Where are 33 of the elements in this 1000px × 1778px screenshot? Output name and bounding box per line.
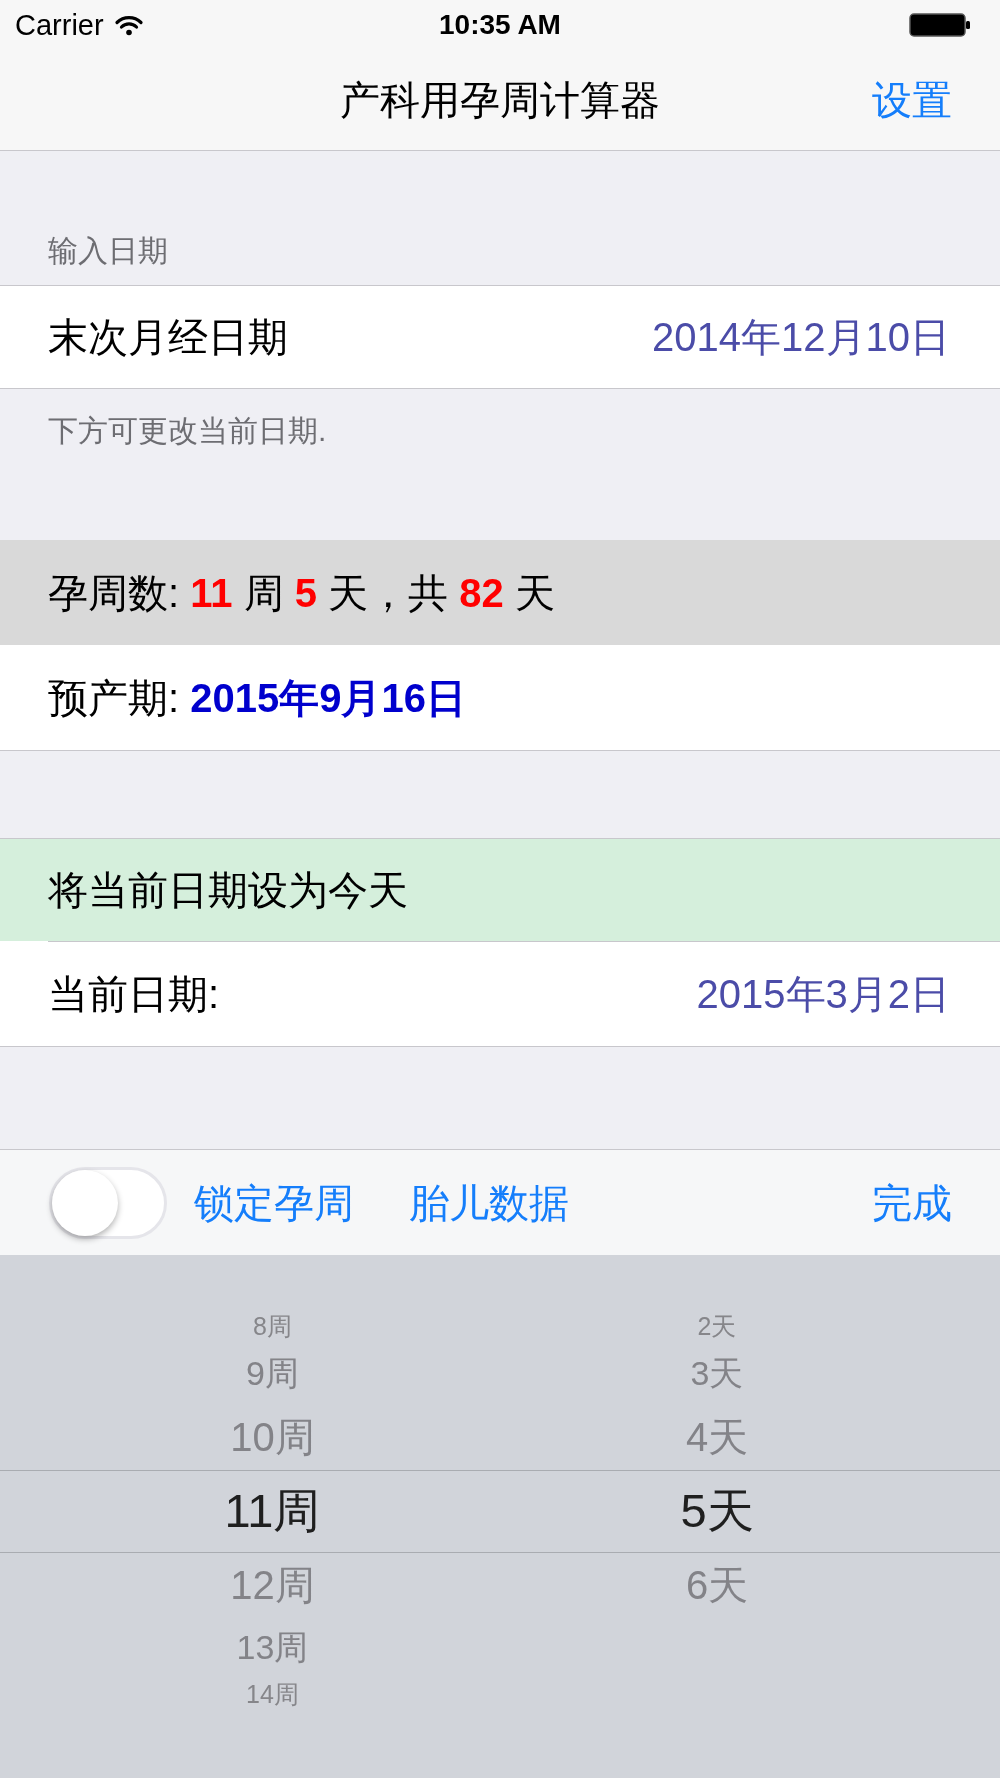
settings-button[interactable]: 设置	[872, 75, 952, 125]
toggle-switch[interactable]	[49, 1166, 167, 1239]
wifi-icon	[113, 14, 144, 36]
fetal-data-button[interactable]: 胎儿数据	[409, 1177, 569, 1228]
picker-item[interactable]: 4天	[685, 1415, 749, 1459]
set-today-button[interactable]: 将当前日期设为今天	[0, 838, 1000, 941]
current-date-row[interactable]: 当前日期: 2015年3月2日	[0, 942, 1000, 1047]
nav-title: 产科用孕周计算器	[340, 77, 660, 124]
picker-item[interactable]: 5天	[680, 1485, 754, 1537]
date-value: 2014年12月10日	[652, 314, 950, 361]
picker-item[interactable]: 3天	[690, 1355, 744, 1393]
carrier-label: Carrier	[15, 10, 104, 40]
picker-item[interactable]: 9周	[246, 1355, 299, 1393]
done-button[interactable]: 完成	[872, 1177, 952, 1228]
picker-item[interactable]: 8周	[253, 1313, 292, 1341]
lock-week-button[interactable]: 锁定孕周	[194, 1177, 354, 1228]
picker-item[interactable]: 11周	[224, 1485, 321, 1537]
picker-item[interactable]: 14周	[246, 1681, 299, 1709]
battery-icon	[909, 13, 971, 37]
due-date-text: 预产期: 2015年9月16日	[48, 674, 466, 722]
gestation-summary: 孕周数: 11 周 5 天，共 82 天	[48, 569, 555, 617]
date-row[interactable]: 末次月经日期 2014年12月10日	[0, 285, 1000, 389]
picker-item[interactable]: 13周	[236, 1629, 309, 1667]
section-footer: 下方可更改当前日期.	[48, 414, 327, 447]
picker-item[interactable]: 12周	[230, 1563, 315, 1607]
row-label: 末次月经日期	[48, 314, 288, 361]
picker-item[interactable]: 10周	[230, 1415, 315, 1459]
picker-item[interactable]: 2天	[697, 1313, 737, 1341]
section-header: 输入日期	[48, 233, 168, 269]
row-label: 当前日期:	[48, 971, 220, 1018]
time-label: 10:35 AM	[439, 11, 561, 39]
picker-item[interactable]: 6天	[685, 1563, 749, 1607]
date-value: 2015年3月2日	[696, 971, 950, 1018]
